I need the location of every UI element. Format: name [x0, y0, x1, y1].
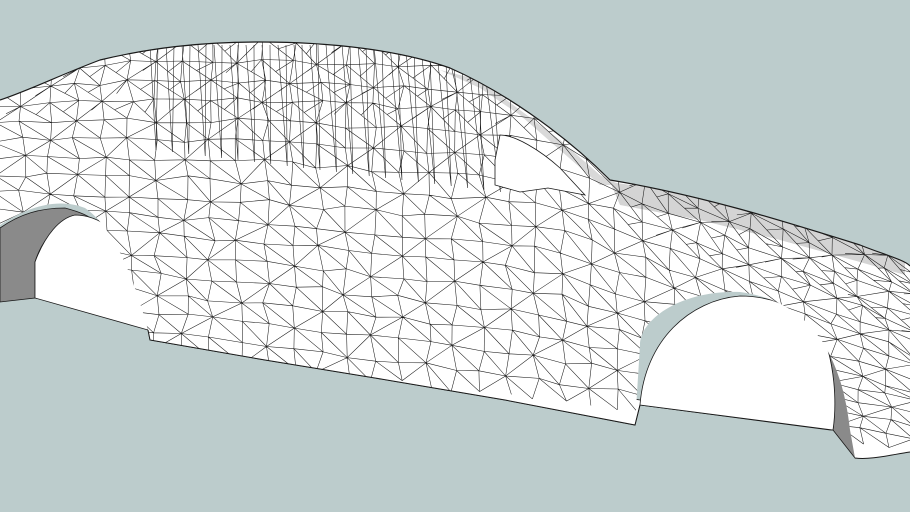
car-body-surface [0, 42, 910, 459]
car-mesh-render [0, 41, 910, 459]
model-viewport[interactable] [0, 0, 910, 512]
